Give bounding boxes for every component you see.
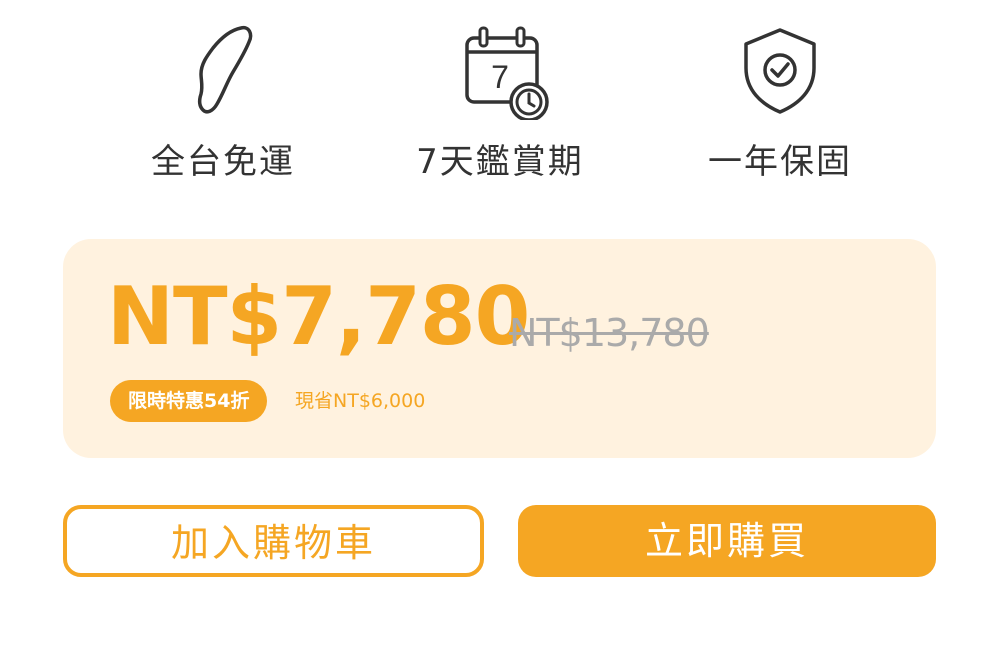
add-to-cart-button[interactable]: 加入購物車	[63, 505, 484, 577]
calendar-day-text: 7	[491, 59, 509, 95]
feature-label: 一年保固	[708, 142, 852, 182]
feature-warranty: 一年保固	[660, 20, 900, 183]
feature-label: 全台免運	[151, 142, 295, 182]
taiwan-map-icon	[197, 25, 253, 114]
feature-label: 7天鑑賞期	[416, 142, 584, 182]
shield-check-icon	[744, 28, 816, 114]
feature-row: 全台免運 7 7天鑑賞期 一年保固	[0, 0, 1000, 200]
original-price: NT$13,780	[509, 311, 710, 355]
buy-now-button[interactable]: 立即購買	[518, 505, 936, 577]
feature-free-shipping: 全台免運	[103, 20, 343, 183]
discount-badge: 限時特惠54折	[110, 380, 268, 422]
current-price: NT$7,780	[107, 270, 530, 363]
price-panel: NT$7,780 NT$13,780 限時特惠54折 現省NT$6,000	[63, 239, 936, 458]
savings-text: 現省NT$6,000	[295, 390, 426, 412]
feature-return-period: 7 7天鑑賞期	[380, 20, 620, 183]
calendar-clock-icon: 7	[465, 26, 549, 120]
